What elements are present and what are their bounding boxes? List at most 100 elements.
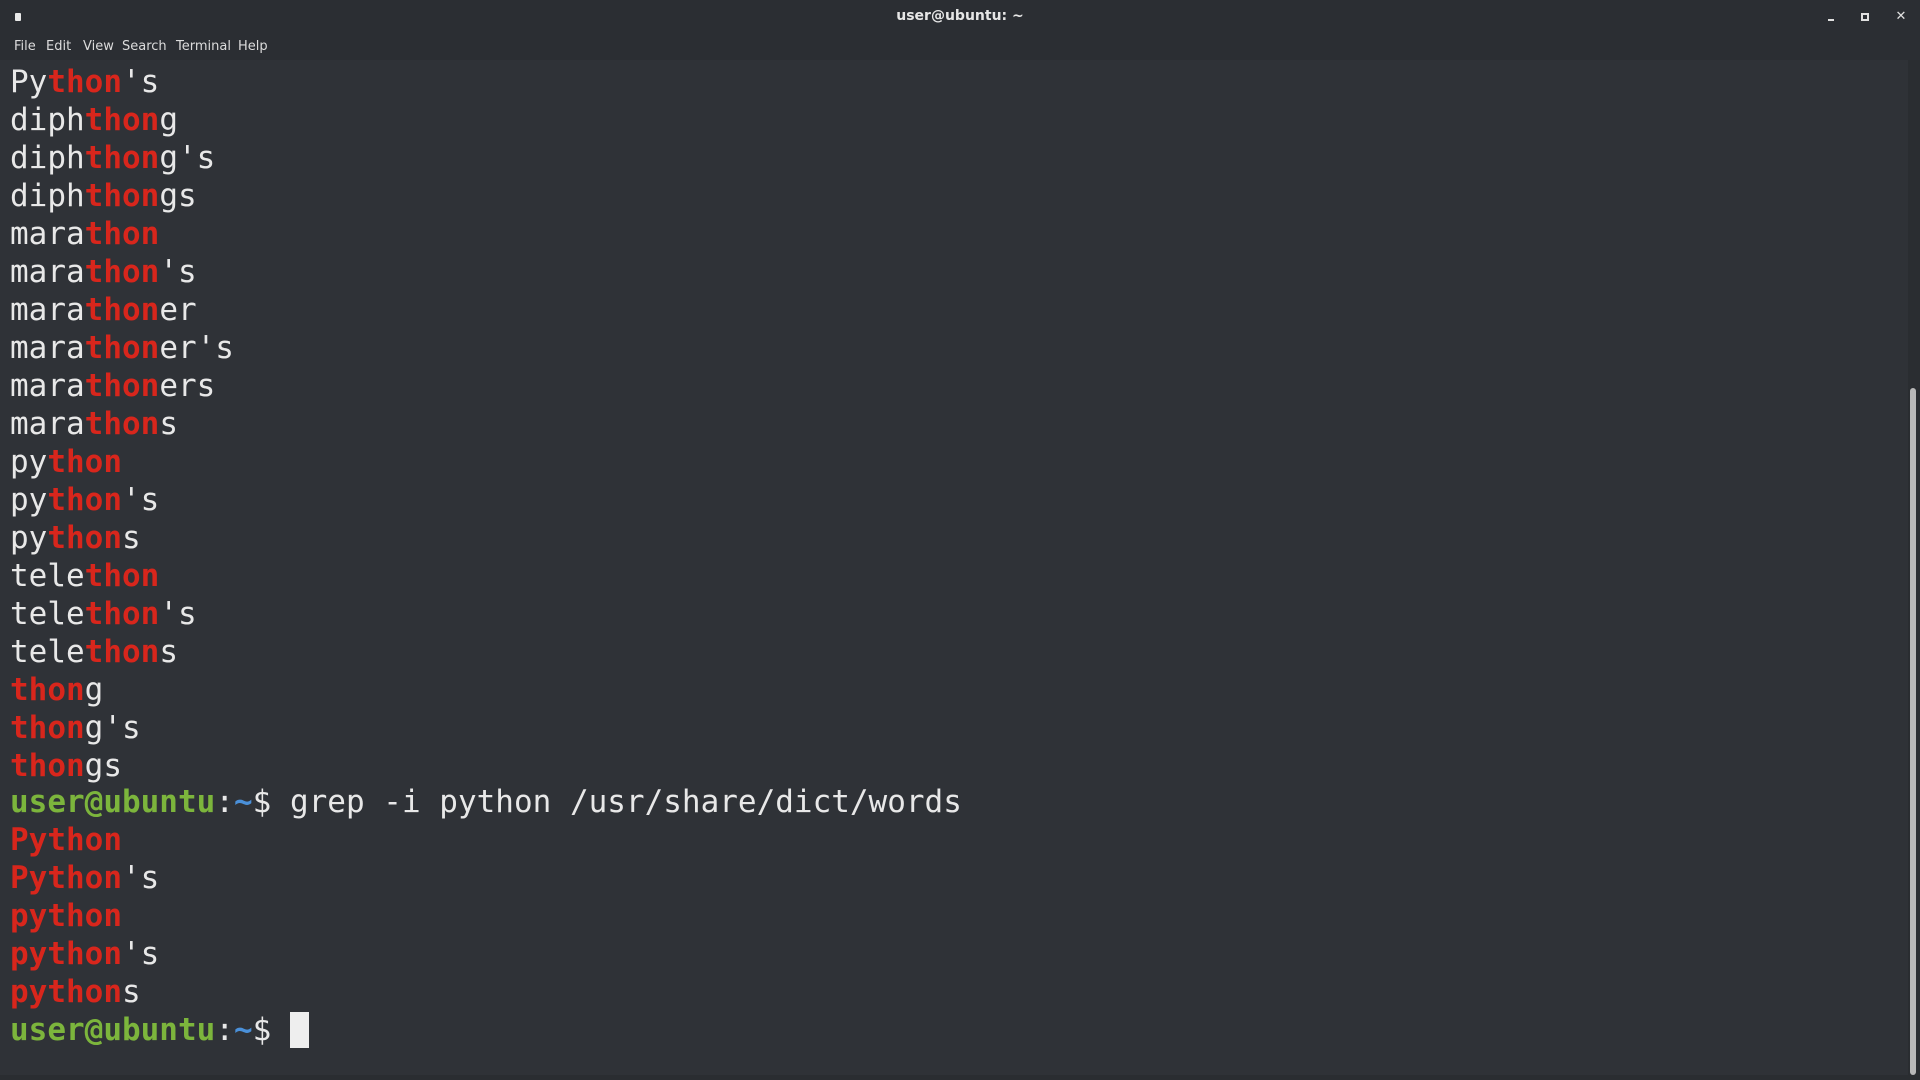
output-line: thong (10, 671, 103, 709)
match-highlight: thon (84, 254, 160, 290)
menu-terminal[interactable]: Terminal (176, 39, 231, 54)
word-suffix: 's (121, 860, 160, 896)
output-line: telethon (10, 557, 159, 595)
maximize-icon[interactable] (1856, 8, 1874, 26)
match-highlight: thon (47, 520, 122, 556)
prompt-colon: : (215, 784, 234, 820)
output-line: marathoner's (10, 329, 234, 367)
word-suffix: g (84, 672, 104, 708)
word-suffix: gs (159, 178, 197, 214)
match-highlight: thon (10, 748, 85, 784)
match-highlight: thon (84, 140, 160, 176)
match-highlight: thon (84, 178, 160, 214)
match-highlight: thon (10, 672, 85, 708)
output-line: diphthongs (10, 177, 197, 215)
word-prefix: py (10, 482, 48, 518)
word-suffix: 's (159, 596, 197, 632)
word-suffix: 's (121, 64, 160, 100)
word-prefix: mara (10, 216, 85, 252)
scrollbar[interactable] (1908, 60, 1920, 1075)
match-highlight: thon (84, 634, 160, 670)
word-prefix: mara (10, 406, 85, 442)
word-prefix: tele (10, 558, 85, 594)
grep-result-line: pythons (10, 973, 141, 1011)
word-prefix: Py (10, 64, 48, 100)
match-highlight: thon (84, 102, 160, 138)
word-prefix: diph (10, 140, 85, 176)
match-highlight: thon (47, 64, 122, 100)
output-line: marathon (10, 215, 159, 253)
menu-help[interactable]: Help (238, 39, 268, 54)
word-suffix: 's (159, 254, 197, 290)
output-line: python (10, 443, 122, 481)
match-highlight: thon (84, 406, 160, 442)
minimize-icon[interactable] (1822, 8, 1840, 26)
match-highlight: Python (10, 822, 122, 858)
grep-result-line: Python (10, 821, 122, 859)
word-prefix: diph (10, 102, 85, 138)
match-highlight: python (10, 974, 122, 1010)
output-line: telethons (10, 633, 178, 671)
word-suffix: 's (121, 936, 160, 972)
word-suffix: er's (159, 330, 234, 366)
prompt-user: user@ubuntu (10, 784, 216, 820)
output-line: marathoners (10, 367, 215, 405)
prompt-user: user@ubuntu (10, 1012, 216, 1048)
match-highlight: python (10, 936, 122, 972)
window-title: user@ubuntu: ~ (896, 8, 1024, 24)
word-prefix: mara (10, 292, 85, 328)
grep-result-line: python (10, 897, 122, 935)
word-suffix: gs (84, 748, 122, 784)
output-line: thong's (10, 709, 141, 747)
output-line: thongs (10, 747, 122, 785)
menu-edit[interactable]: Edit (46, 39, 71, 54)
prompt-symbol: $ (252, 1012, 290, 1048)
match-highlight: thon (84, 596, 160, 632)
match-highlight: Python (10, 860, 122, 896)
output-line: Python's (10, 63, 159, 101)
output-line: pythons (10, 519, 141, 557)
menu-file[interactable]: File (14, 39, 36, 54)
prompt-path: ~ (233, 1012, 253, 1048)
word-prefix: tele (10, 596, 85, 632)
scrollbar-thumb[interactable] (1910, 388, 1916, 1075)
word-prefix: py (10, 520, 48, 556)
word-suffix: s (159, 406, 178, 442)
match-highlight: thon (10, 710, 85, 746)
command-line: user@ubuntu:~$ grep -i python /usr/share… (10, 783, 962, 821)
word-suffix: s (159, 634, 178, 670)
word-suffix: g's (159, 140, 216, 176)
close-icon[interactable]: ✕ (1892, 8, 1910, 26)
menu-view[interactable]: View (83, 39, 114, 54)
word-suffix: ers (159, 368, 216, 404)
output-line: marathon's (10, 253, 197, 291)
terminal-output-area[interactable]: Python's diphthong diphthong's diphthongs ma… (0, 60, 1908, 1075)
word-prefix: mara (10, 254, 85, 290)
prompt-colon: : (215, 1012, 234, 1048)
word-suffix: s (121, 520, 141, 556)
output-line: marathoner (10, 291, 197, 329)
output-line: marathons (10, 405, 178, 443)
output-line: python's (10, 481, 159, 519)
menu-bar: File Edit View Search Terminal Help (0, 34, 1920, 60)
title-bar[interactable]: user@ubuntu: ~ ✕ (0, 0, 1920, 34)
word-suffix: er (159, 292, 197, 328)
terminal-window: user@ubuntu: ~ ✕ File Edit View Search T… (0, 0, 1920, 1080)
prompt-symbol: $ (252, 784, 290, 820)
output-line: telethon's (10, 595, 197, 633)
word-suffix: s (121, 974, 141, 1010)
text-cursor (289, 1012, 309, 1048)
match-highlight: thon (84, 558, 160, 594)
match-highlight: python (10, 898, 122, 934)
menu-search[interactable]: Search (122, 39, 167, 54)
active-prompt-line[interactable]: user@ubuntu:~$ (10, 1011, 309, 1049)
match-highlight: thon (47, 482, 122, 518)
maximize-box (1861, 13, 1869, 21)
minimize-bar (1828, 19, 1834, 21)
match-highlight: thon (84, 292, 160, 328)
match-highlight: thon (84, 216, 160, 252)
match-highlight: thon (84, 368, 160, 404)
word-suffix: g (159, 102, 178, 138)
grep-result-line: Python's (10, 859, 159, 897)
word-prefix: tele (10, 634, 85, 670)
